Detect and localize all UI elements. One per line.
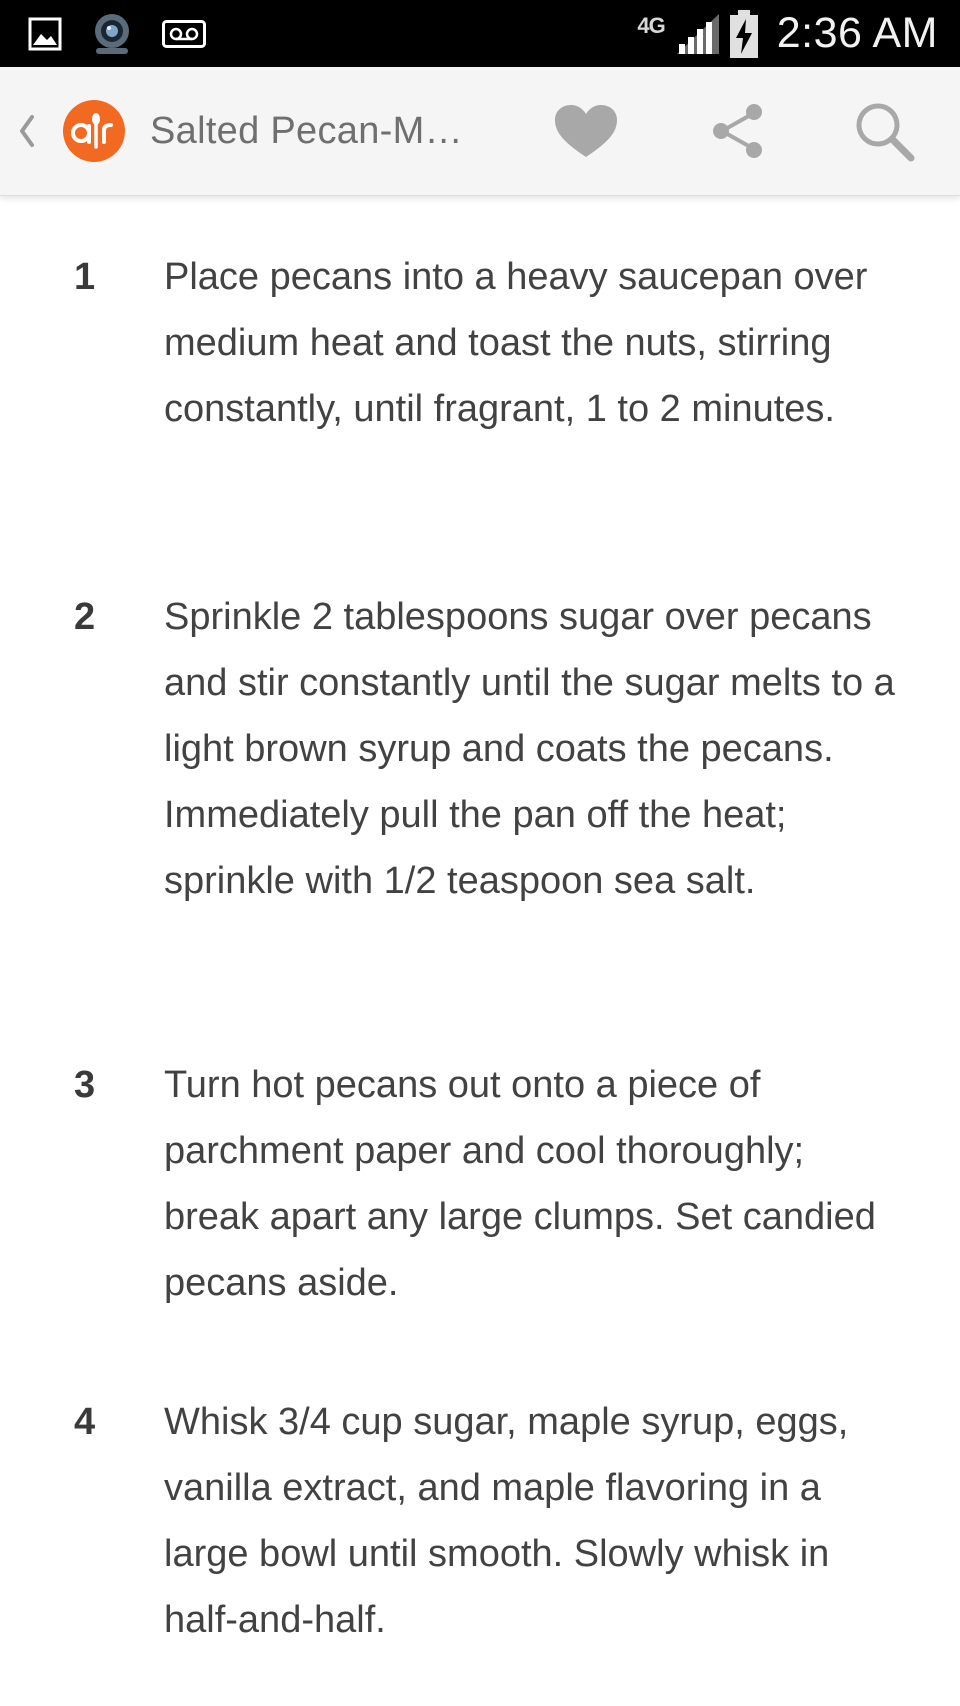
battery-charging-icon xyxy=(729,9,758,58)
back-button[interactable] xyxy=(4,99,50,163)
system-icons: 4G 2:36 AM xyxy=(637,0,938,67)
share-icon xyxy=(713,104,762,158)
step-number: 1 xyxy=(74,256,96,298)
page-title: Salted Pecan-Ma… xyxy=(150,110,480,152)
chevron-left-icon xyxy=(20,115,34,147)
allrecipes-logo[interactable] xyxy=(62,99,126,163)
step-text: Place pecans into a heavy saucepan over … xyxy=(164,256,868,430)
status-bar: 4G 2:36 AM xyxy=(0,0,960,67)
heart-icon xyxy=(555,105,617,157)
step-text: Turn hot pecans out onto a piece of parc… xyxy=(164,1064,876,1304)
step-number: 4 xyxy=(74,1401,96,1443)
step-text: Sprinkle 2 tablespoons sugar over pecans… xyxy=(164,596,895,902)
notification-icons xyxy=(28,12,206,56)
share-button[interactable] xyxy=(700,93,776,169)
clock: 2:36 AM xyxy=(776,9,938,57)
step-number: 2 xyxy=(74,596,96,638)
search-button[interactable] xyxy=(846,93,922,169)
voicemail-icon xyxy=(162,20,206,48)
camera-icon xyxy=(95,14,129,54)
search-icon xyxy=(856,103,915,162)
signal-icon xyxy=(676,13,719,54)
favorite-button[interactable] xyxy=(548,93,624,169)
gallery-icon xyxy=(28,17,62,51)
network-type-label: 4G xyxy=(637,12,665,38)
app-bar: Salted Pecan-Ma… xyxy=(0,67,960,196)
step-number: 3 xyxy=(74,1064,96,1106)
step-text: Whisk 3/4 cup sugar, maple syrup, eggs, … xyxy=(164,1401,849,1641)
